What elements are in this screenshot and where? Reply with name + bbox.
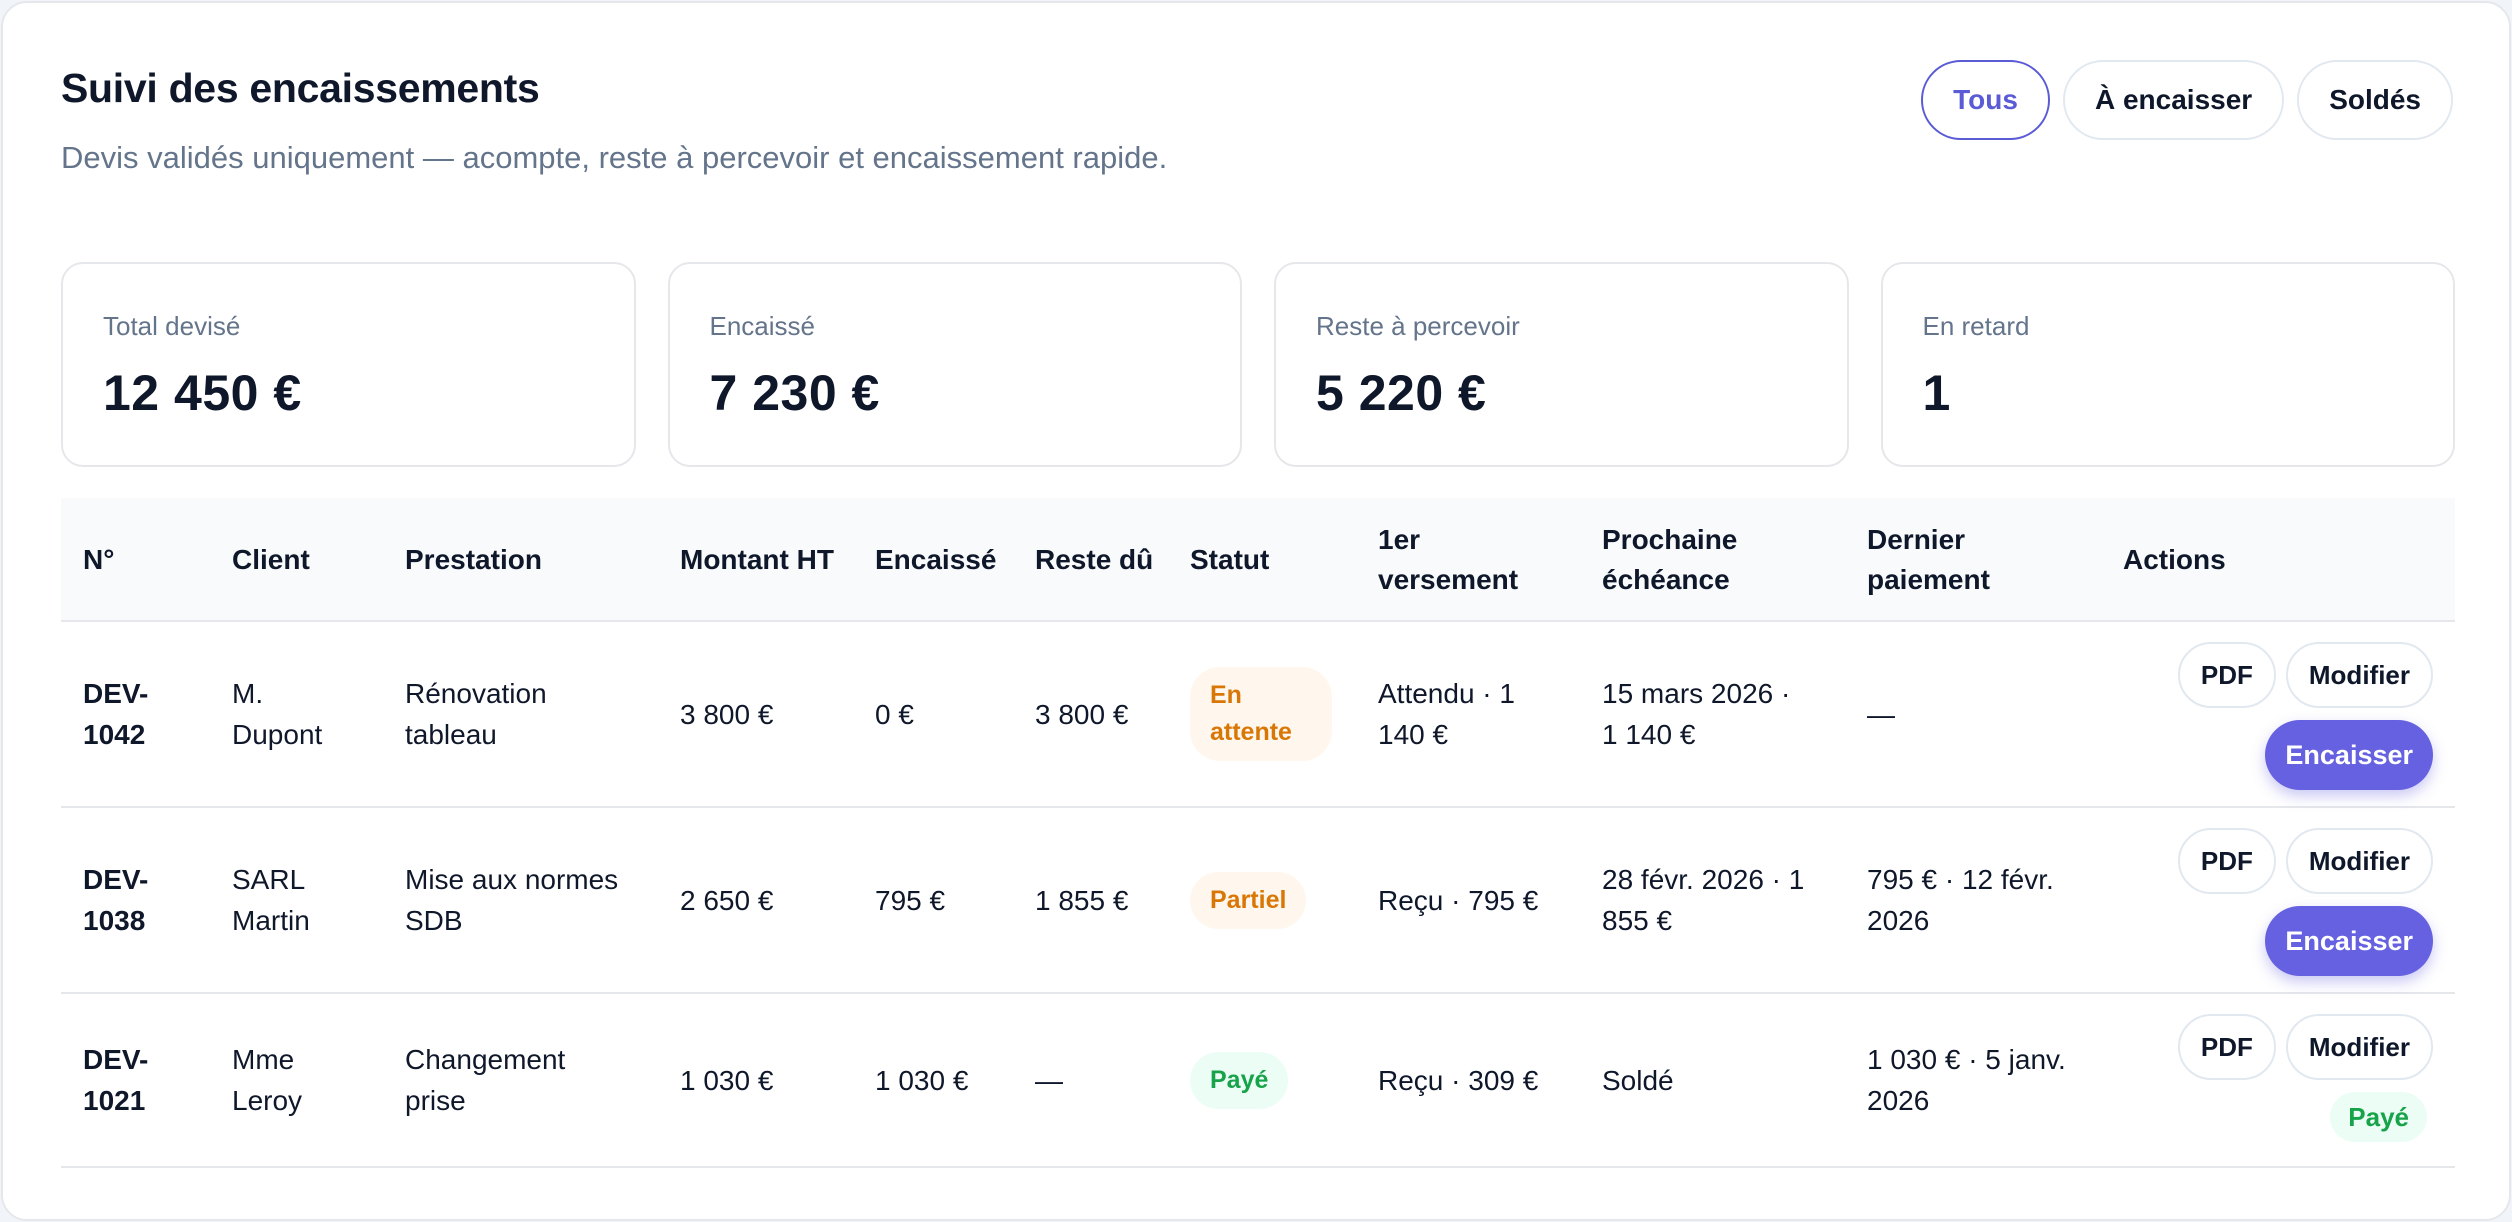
table-header: N° Client Prestation Montant HT Encaissé… bbox=[61, 498, 2455, 622]
table-row: DEV-1021 Mme Leroy Changement prise 1 03… bbox=[61, 994, 2455, 1168]
stat-value: 1 bbox=[1922, 365, 1951, 421]
filter-group: Tous À encaisser Soldés bbox=[1921, 60, 2453, 140]
cell-statut: Payé bbox=[1190, 994, 1370, 1166]
cell-encaisse: 795 € bbox=[875, 884, 946, 916]
pdf-button[interactable]: PDF bbox=[2177, 1014, 2276, 1080]
modifier-button[interactable]: Modifier bbox=[2285, 642, 2433, 708]
encaisser-button[interactable]: Encaisser bbox=[2265, 720, 2433, 790]
action-buttons: PDF Modifier bbox=[2177, 1014, 2433, 1080]
cell-reste: — bbox=[1035, 1064, 1063, 1096]
table-row: DEV-1042 M. Dupont Rénovation tableau 3 … bbox=[61, 622, 2455, 808]
col-header-echeance: Prochaine échéance bbox=[1602, 524, 1738, 595]
stat-value: 5 220 € bbox=[1316, 365, 1487, 421]
col-header-montant: Montant HT bbox=[680, 544, 834, 575]
cell-versement: Attendu · 1 140 € bbox=[1378, 678, 1515, 750]
row-actions: PDF Modifier Encaisser bbox=[2177, 642, 2433, 790]
col-header-client: Client bbox=[232, 544, 310, 575]
page-subtitle: Devis validés uniquement — acompte, rest… bbox=[61, 140, 1168, 175]
action-buttons: PDF Modifier bbox=[2177, 828, 2433, 894]
col-header-encaisse: Encaissé bbox=[875, 544, 997, 575]
cell-versement: Reçu · 309 € bbox=[1378, 1064, 1539, 1096]
cell-no: DEV-1038 bbox=[83, 864, 149, 936]
encaissements-panel: Suivi des encaissements Devis validés un… bbox=[1, 1, 2511, 1221]
stat-card-retard: En retard 1 bbox=[1880, 262, 2455, 467]
filter-soldes[interactable]: Soldés bbox=[2297, 60, 2453, 140]
col-header-dernier: Dernier paiement bbox=[1867, 524, 1990, 595]
modifier-button[interactable]: Modifier bbox=[2285, 1014, 2433, 1080]
encaissements-table: N° Client Prestation Montant HT Encaissé… bbox=[61, 498, 2455, 1168]
cell-client: SARL Martin bbox=[232, 864, 310, 936]
cell-reste: 1 855 € bbox=[1035, 884, 1129, 916]
cell-versement: Reçu · 795 € bbox=[1378, 884, 1539, 916]
cell-montant: 3 800 € bbox=[680, 698, 774, 730]
filter-tous[interactable]: Tous bbox=[1921, 60, 2050, 140]
col-header-prestation: Prestation bbox=[405, 544, 542, 575]
stats-row: Total devisé 12 450 € Encaissé 7 230 € R… bbox=[61, 262, 2455, 467]
table-row: DEV-1038 SARL Martin Mise aux normes SDB… bbox=[61, 808, 2455, 994]
status-badge: Payé bbox=[1190, 1051, 1289, 1109]
action-buttons: PDF Modifier bbox=[2177, 642, 2433, 708]
cell-echeance: Soldé bbox=[1602, 1064, 1674, 1096]
modifier-button[interactable]: Modifier bbox=[2285, 828, 2433, 894]
cell-prestation: Rénovation tableau bbox=[405, 678, 547, 750]
cell-prestation: Mise aux normes SDB bbox=[405, 864, 619, 936]
stat-label: Reste à percevoir bbox=[1316, 311, 1520, 341]
col-header-reste: Reste dû bbox=[1035, 544, 1154, 575]
cell-prestation: Changement prise bbox=[405, 1044, 566, 1116]
cell-montant: 2 650 € bbox=[680, 884, 774, 916]
stat-value: 7 230 € bbox=[709, 365, 880, 421]
stat-card-reste: Reste à percevoir 5 220 € bbox=[1274, 262, 1849, 467]
panel-header: Suivi des encaissements Devis validés un… bbox=[61, 65, 1167, 176]
cell-echeance: 28 févr. 2026 · 1 855 € bbox=[1602, 864, 1805, 936]
stat-value: 12 450 € bbox=[103, 365, 302, 421]
cell-echeance: 15 mars 2026 · 1 140 € bbox=[1602, 678, 1791, 750]
page-title: Suivi des encaissements bbox=[61, 65, 540, 111]
status-badge: En attente bbox=[1190, 667, 1332, 761]
row-actions: PDF Modifier Encaisser bbox=[2177, 828, 2433, 976]
cell-client: Mme Leroy bbox=[232, 1044, 303, 1116]
cell-statut: Partiel bbox=[1190, 808, 1370, 992]
stat-card-encaisse: Encaissé 7 230 € bbox=[667, 262, 1242, 467]
status-badge: Partiel bbox=[1190, 871, 1307, 929]
col-header-actions: Actions bbox=[2123, 544, 2226, 575]
cell-encaisse: 1 030 € bbox=[875, 1064, 969, 1096]
pdf-button[interactable]: PDF bbox=[2177, 642, 2276, 708]
stat-label: Total devisé bbox=[103, 311, 241, 341]
filter-a-encaisser[interactable]: À encaisser bbox=[2062, 60, 2285, 140]
row-actions: PDF Modifier Payé bbox=[2177, 1014, 2433, 1142]
cell-dernier: 795 € · 12 févr. 2026 bbox=[1867, 864, 2054, 936]
encaisser-button[interactable]: Encaisser bbox=[2265, 906, 2433, 976]
col-header-statut: Statut bbox=[1190, 544, 1270, 575]
stat-card-total: Total devisé 12 450 € bbox=[61, 262, 636, 467]
cell-dernier: — bbox=[1867, 698, 1895, 730]
stat-label: Encaissé bbox=[709, 311, 816, 341]
cell-client: M. Dupont bbox=[232, 678, 323, 750]
cell-no: DEV-1021 bbox=[83, 1044, 149, 1116]
pdf-button[interactable]: PDF bbox=[2177, 828, 2276, 894]
cell-encaisse: 0 € bbox=[875, 698, 914, 730]
paid-status-badge: Payé bbox=[2330, 1092, 2427, 1142]
cell-montant: 1 030 € bbox=[680, 1064, 774, 1096]
stat-label: En retard bbox=[1922, 311, 2030, 341]
cell-dernier: 1 030 € · 5 janv. 2026 bbox=[1867, 1044, 2066, 1116]
col-header-no: N° bbox=[83, 544, 115, 575]
cell-statut: En attente bbox=[1190, 622, 1370, 806]
cell-no: DEV-1042 bbox=[83, 678, 149, 750]
col-header-versement: 1er versement bbox=[1378, 524, 1519, 595]
cell-reste: 3 800 € bbox=[1035, 698, 1129, 730]
